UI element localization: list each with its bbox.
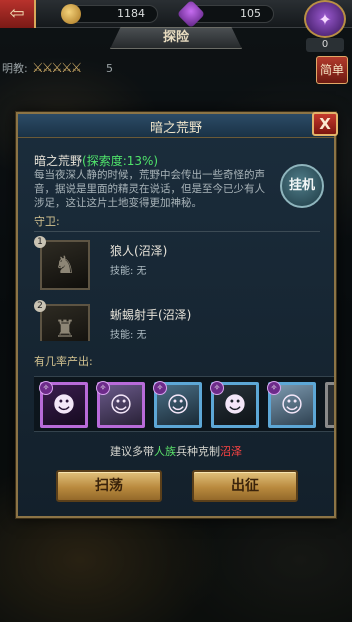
guard-index: 2: [34, 300, 46, 312]
suggest-prefix: 建议多带: [110, 445, 154, 458]
player-avatar-panel[interactable]: ✦ 0: [304, 0, 346, 52]
lizard-archer-icon: ♜: [54, 315, 76, 341]
guard-row[interactable]: ♜ 2 蜥蜴射手(沼泽) 技能: 无: [34, 300, 320, 341]
rarity-rune-icon: ✧: [153, 381, 167, 395]
top-bar: ⇦ 1184 105: [0, 0, 352, 29]
stamina-label: 明教:: [2, 62, 28, 75]
avatar-gem-icon[interactable]: ✦: [304, 0, 346, 38]
drops-label: 有几率产出:: [34, 355, 93, 368]
drop-hero-card[interactable]: ☻ ✧: [210, 381, 259, 428]
page-title: 探险: [110, 27, 242, 49]
difficulty-easy-button[interactable]: 简单: [316, 56, 348, 84]
gold-counter: 1184: [61, 4, 158, 24]
guard-row[interactable]: ♞ 1 狼人(沼泽) 技能: 无: [34, 236, 320, 306]
stamina-bar: 明教: ⚔⚔⚔⚔⚔ 5: [0, 60, 130, 78]
drop-hero-card[interactable]: ☻ ✧: [39, 381, 88, 428]
guard-skill: 技能: 无: [110, 330, 147, 341]
guards-label: 守卫:: [34, 215, 60, 228]
hangup-button[interactable]: 挂机: [280, 164, 324, 208]
suggest-mid: 兵种克制: [176, 445, 220, 458]
counter-suggestion: 建议多带人族兵种克制沼泽: [18, 443, 334, 459]
gem-value: 105: [240, 7, 261, 20]
stage-description: 每当夜深人静的时候，荒野中会传出一些奇怪的声音，据说是里面的精灵在说话，但是至今…: [34, 169, 265, 209]
explore-percent: (探索度:13%): [82, 154, 159, 168]
gem-counter: 105: [176, 0, 274, 29]
back-arrow-icon: ⇦: [9, 3, 25, 24]
suggest-counter: 沼泽: [220, 445, 242, 458]
dialog-header: 暗之荒野: [18, 114, 334, 138]
guard-name: 蜥蜴射手(沼泽): [110, 308, 192, 322]
avatar-count: 0: [306, 38, 344, 52]
drop-hero-card[interactable]: ☺ ✧: [153, 381, 202, 428]
gold-coin-icon: [61, 4, 81, 24]
rarity-rune-icon: ✧: [96, 381, 110, 395]
stage-name: 暗之荒野: [34, 154, 83, 168]
guard-index: 1: [34, 236, 46, 248]
drop-hero-card-partial[interactable]: [325, 382, 334, 428]
guard-portrait: ♞: [40, 240, 90, 290]
rarity-rune-icon: ✧: [210, 381, 224, 395]
guard-name: 狼人(沼泽): [110, 244, 168, 258]
gem-icon: [176, 0, 206, 29]
rarity-rune-icon: ✧: [39, 381, 53, 395]
back-button[interactable]: ⇦: [0, 0, 36, 28]
guard-portrait: ♜: [40, 304, 90, 341]
suggest-race: 人族: [154, 445, 176, 458]
close-button[interactable]: X: [312, 112, 338, 136]
stage-name-line: 暗之荒野(探索度:13%): [34, 152, 158, 169]
guards-list: ♞ 1 狼人(沼泽) 技能: 无 ♜ 2 蜥蜴射手(沼泽) 技能: 无: [34, 231, 320, 341]
werewolf-icon: ♞: [54, 251, 76, 279]
gold-value: 1184: [117, 7, 145, 20]
sword-icons: ⚔⚔⚔⚔⚔: [32, 61, 82, 76]
drop-hero-card[interactable]: ☺ ✧: [96, 381, 145, 428]
attack-button[interactable]: 出征: [192, 470, 298, 502]
drop-hero-card[interactable]: ☺ ✧: [267, 381, 316, 428]
stamina-value: 5: [106, 62, 113, 75]
drops-strip[interactable]: ☻ ✧ ☺ ✧ ☺ ✧ ☻ ✧ ☺ ✧: [34, 376, 334, 432]
sweep-button[interactable]: 扫荡: [56, 470, 162, 502]
close-icon: X: [319, 115, 331, 133]
dialog-title: 暗之荒野: [149, 121, 202, 136]
guard-skill: 技能: 无: [110, 266, 147, 277]
stage-dialog: 暗之荒野 X 暗之荒野(探索度:13%) 每当夜深人静的时候，荒野中会传出一些奇…: [16, 112, 338, 518]
rarity-rune-icon: ✧: [267, 381, 281, 395]
